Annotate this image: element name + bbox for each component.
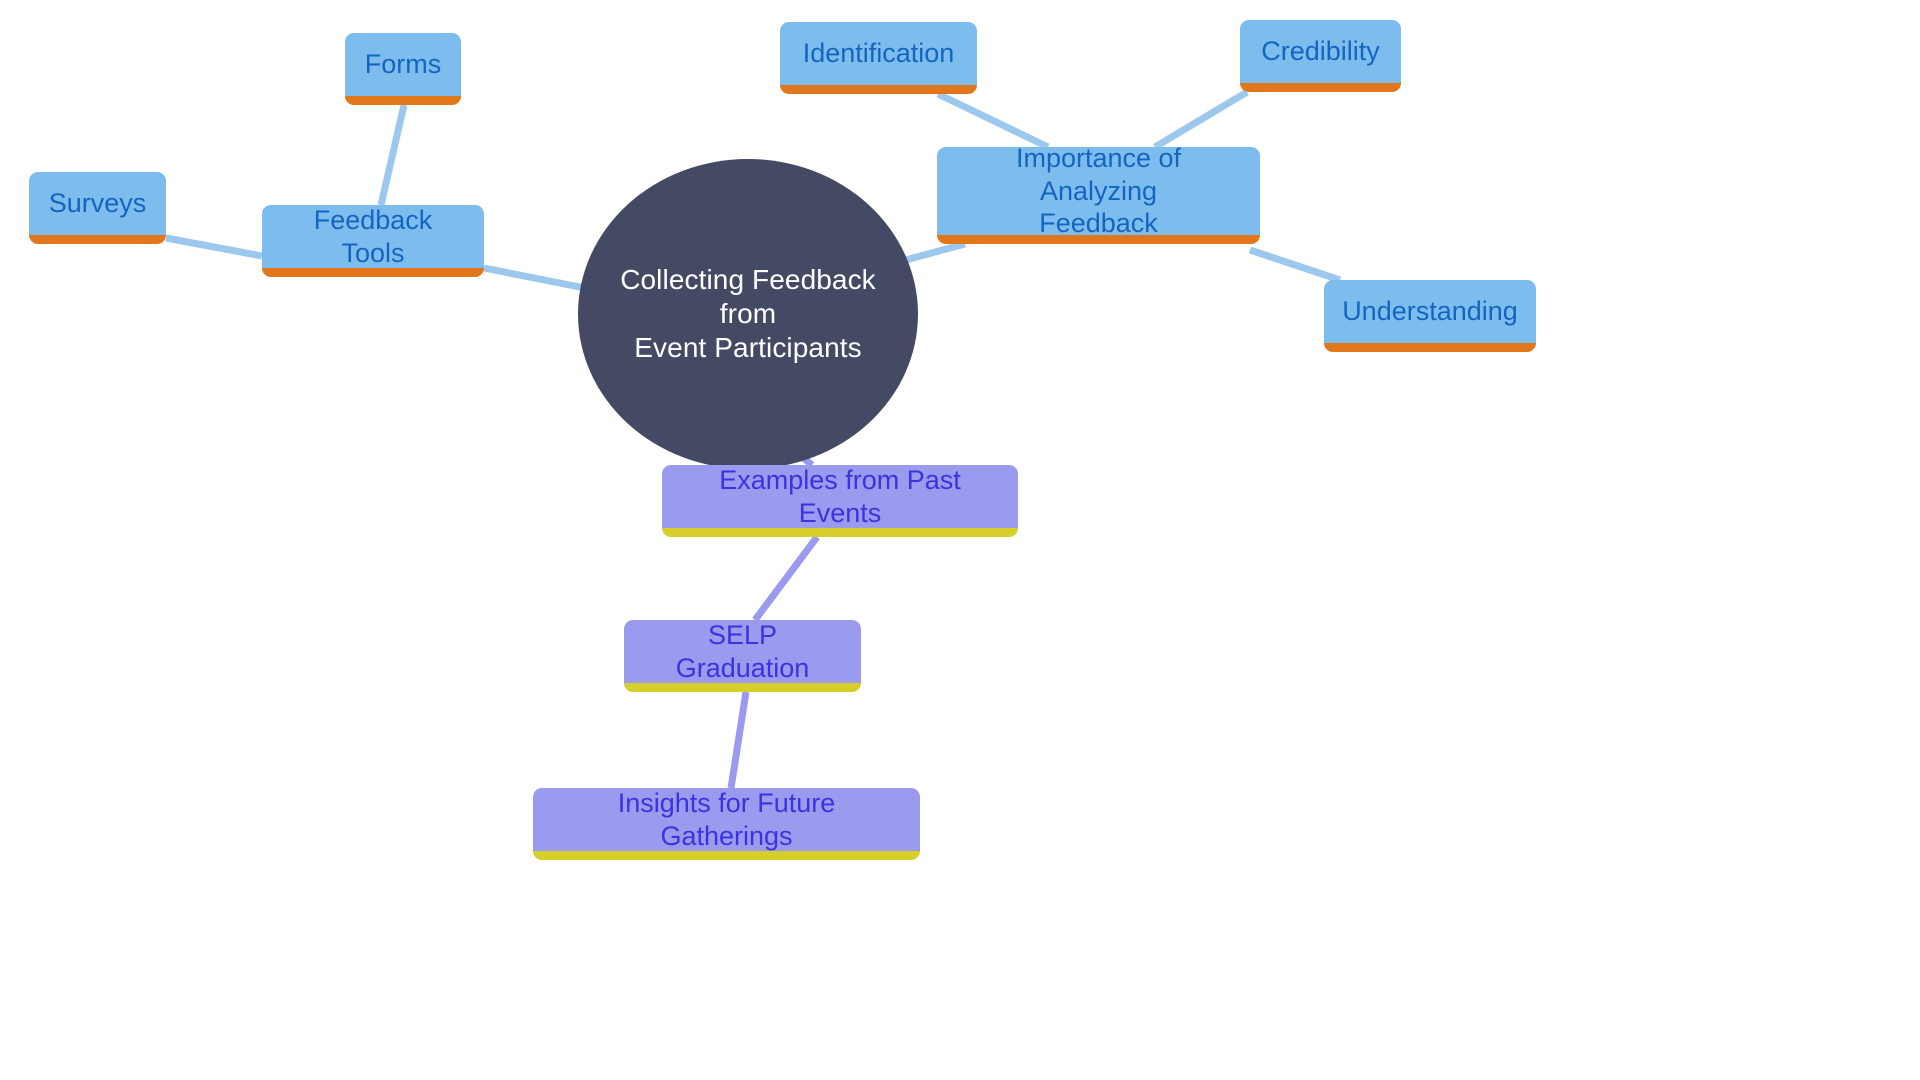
mindmap-node-forms[interactable]: Forms [345, 33, 461, 105]
edge-surveys-to-feedback-tools [165, 234, 263, 260]
mindmap-node-feedback-tools[interactable]: Feedback Tools [262, 205, 484, 277]
mindmap-node-root[interactable]: Collecting Feedback from Event Participa… [578, 159, 918, 469]
mindmap-node-selp[interactable]: SELP Graduation [624, 620, 861, 692]
edge-credibility-to-importance [1153, 88, 1249, 151]
edge-identification-to-importance [936, 90, 1050, 151]
mindmap-node-understanding[interactable]: Understanding [1324, 280, 1536, 352]
edge-forms-to-feedback-tools [377, 104, 408, 206]
edge-root-to-importance [897, 240, 966, 266]
mindmap-node-surveys[interactable]: Surveys [29, 172, 166, 244]
mindmap-node-importance[interactable]: Importance of Analyzing Feedback [937, 143, 1260, 244]
mindmap-node-examples[interactable]: Examples from Past Events [662, 465, 1018, 537]
edge-selp-to-insights [727, 691, 750, 789]
edge-examples-to-selp [752, 534, 820, 623]
mindmap-canvas: Collecting Feedback from Event Participa… [0, 0, 1920, 1080]
mindmap-node-insights[interactable]: Insights for Future Gatherings [533, 788, 920, 860]
mindmap-node-identification[interactable]: Identification [780, 22, 977, 94]
mindmap-node-credibility[interactable]: Credibility [1240, 20, 1401, 92]
edge-importance-to-understanding [1248, 246, 1342, 284]
